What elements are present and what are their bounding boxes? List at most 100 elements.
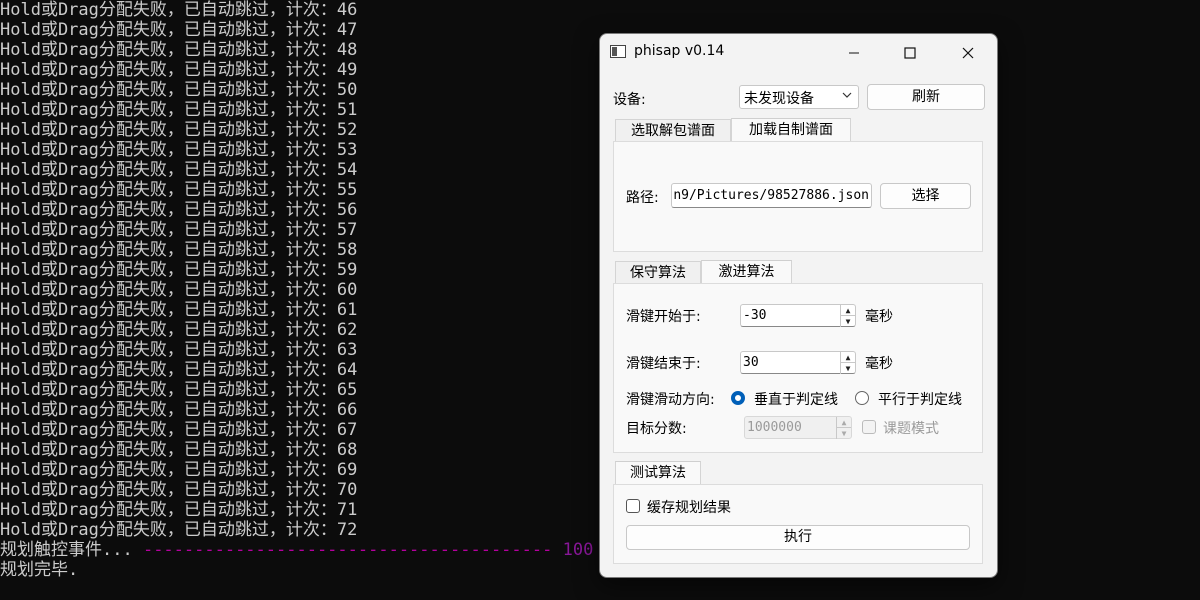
algorithm-pane: 滑键开始于: -30 ▲ ▼ 毫秒 滑键结束于: 30 ▲ ▼ 毫秒 滑键滑动方…	[613, 283, 983, 453]
console-line-text: Hold或Drag分配失败，已自动跳过，计次：	[0, 420, 337, 440]
console-line: Hold或Drag分配失败，已自动跳过，计次：46	[0, 0, 1200, 20]
spin-up-icon[interactable]: ▲	[836, 417, 851, 428]
console-line-text: Hold或Drag分配失败，已自动跳过，计次：	[0, 80, 337, 100]
console-line-count: 57	[336, 220, 358, 240]
planning-percent: 100	[562, 540, 594, 560]
spin-up-icon[interactable]: ▲	[840, 352, 855, 363]
test-pane: 缓存规划结果 执行	[613, 484, 983, 564]
console-line-text: Hold或Drag分配失败，已自动跳过，计次：	[0, 380, 337, 400]
console-line-text: Hold或Drag分配失败，已自动跳过，计次：	[0, 440, 337, 460]
console-line-text: Hold或Drag分配失败，已自动跳过，计次：	[0, 240, 337, 260]
console-line-text: Hold或Drag分配失败，已自动跳过，计次：	[0, 60, 337, 80]
chevron-down-icon	[842, 89, 852, 103]
console-line-count: 70	[336, 480, 358, 500]
target-score-label: 目标分数:	[626, 421, 687, 437]
console-line-count: 46	[336, 0, 358, 20]
console-line-count: 52	[336, 120, 358, 140]
maximize-icon	[904, 46, 916, 59]
console-line-text: Hold或Drag分配失败，已自动跳过，计次：	[0, 520, 337, 540]
close-button[interactable]	[939, 34, 997, 70]
console-line-text: Hold或Drag分配失败，已自动跳过，计次：	[0, 500, 337, 520]
console-line-count: 48	[336, 40, 358, 60]
tab-aggressive-algorithm[interactable]: 激进算法	[701, 260, 792, 284]
console-line-text: Hold或Drag分配失败，已自动跳过，计次：	[0, 120, 337, 140]
console-line-count: 59	[336, 260, 358, 280]
refresh-button[interactable]: 刷新	[867, 84, 985, 110]
console-line-text: Hold或Drag分配失败，已自动跳过，计次：	[0, 200, 337, 220]
console-line-count: 60	[336, 280, 358, 300]
window-title: phisap v0.14	[634, 43, 725, 59]
console-line-count: 63	[336, 340, 358, 360]
tab-test-algorithm[interactable]: 测试算法	[615, 461, 701, 485]
minimize-icon	[849, 52, 859, 53]
slide-end-value: 30	[743, 355, 759, 370]
console-line-text: Hold或Drag分配失败，已自动跳过，计次：	[0, 460, 337, 480]
radio-parallel-label[interactable]: 平行于判定线	[878, 389, 962, 409]
path-input-value: n9/Pictures/98527886.json	[673, 188, 869, 203]
minimize-button[interactable]	[825, 34, 883, 70]
console-line-count: 56	[336, 200, 358, 220]
console-line-count: 71	[336, 500, 358, 520]
console-line-count: 61	[336, 300, 358, 320]
console-line-count: 66	[336, 400, 358, 420]
phisap-window: phisap v0.14 设备: 未发现设备 刷新 选取解包谱面 加载自制谱面 …	[599, 33, 998, 578]
console-line-count: 51	[336, 100, 358, 120]
console-line-text: Hold或Drag分配失败，已自动跳过，计次：	[0, 220, 337, 240]
chart-source-pane: 路径: n9/Pictures/98527886.json 选择	[613, 141, 983, 252]
browse-button[interactable]: 选择	[880, 183, 971, 209]
path-label: 路径:	[626, 190, 659, 206]
cache-result-checkbox[interactable]	[626, 499, 640, 513]
console-line-text: Hold或Drag分配失败，已自动跳过，计次：	[0, 340, 337, 360]
planning-label: 规划触控事件...	[0, 540, 143, 560]
path-input[interactable]: n9/Pictures/98527886.json	[671, 183, 872, 208]
slide-end-spinbox[interactable]: 30 ▲ ▼	[740, 351, 856, 374]
title-bar[interactable]: phisap v0.14	[600, 34, 997, 70]
console-line-text: Hold或Drag分配失败，已自动跳过，计次：	[0, 0, 337, 20]
radio-perpendicular-label[interactable]: 垂直于判定线	[754, 389, 838, 409]
console-line-text: Hold或Drag分配失败，已自动跳过，计次：	[0, 20, 337, 40]
cache-result-label[interactable]: 缓存规划结果	[647, 497, 731, 517]
console-line-text: Hold或Drag分配失败，已自动跳过，计次：	[0, 400, 337, 420]
spin-up-icon[interactable]: ▲	[840, 305, 855, 316]
console-line-count: 72	[336, 520, 358, 540]
tab-unpacked-chart[interactable]: 选取解包谱面	[615, 119, 731, 142]
slide-start-spinbox[interactable]: -30 ▲ ▼	[740, 304, 856, 327]
slide-end-unit: 毫秒	[865, 356, 893, 372]
slide-start-label: 滑键开始于:	[626, 309, 701, 325]
app-icon	[610, 45, 626, 58]
console-line-count: 54	[336, 160, 358, 180]
console-line-count: 69	[336, 460, 358, 480]
slide-start-unit: 毫秒	[865, 309, 893, 325]
console-line-count: 55	[336, 180, 358, 200]
device-label: 设备:	[613, 92, 646, 108]
tab-conservative-algorithm[interactable]: 保守算法	[615, 261, 701, 284]
homework-mode-checkbox[interactable]	[862, 420, 876, 434]
console-line-count: 53	[336, 140, 358, 160]
execute-button[interactable]: 执行	[626, 525, 970, 550]
console-line-text: Hold或Drag分配失败，已自动跳过，计次：	[0, 180, 337, 200]
console-line-count: 67	[336, 420, 358, 440]
target-score-spinbox[interactable]: 1000000 ▲ ▼	[744, 416, 852, 439]
radio-parallel[interactable]	[855, 391, 869, 405]
console-line-text: Hold或Drag分配失败，已自动跳过，计次：	[0, 40, 337, 60]
console-line-text: Hold或Drag分配失败，已自动跳过，计次：	[0, 100, 337, 120]
console-line-text: Hold或Drag分配失败，已自动跳过，计次：	[0, 320, 337, 340]
slide-start-value: -30	[743, 308, 767, 323]
spin-down-icon[interactable]: ▼	[840, 316, 855, 327]
console-line-count: 64	[336, 360, 358, 380]
maximize-button[interactable]	[881, 34, 939, 70]
tab-custom-chart[interactable]: 加载自制谱面	[731, 118, 851, 142]
radio-perpendicular[interactable]	[731, 391, 745, 405]
close-icon	[962, 47, 974, 58]
console-line-count: 50	[336, 80, 358, 100]
console-line-text: Hold或Drag分配失败，已自动跳过，计次：	[0, 140, 337, 160]
console-line-count: 58	[336, 240, 358, 260]
device-select[interactable]: 未发现设备	[739, 85, 859, 109]
console-line-count: 62	[336, 320, 358, 340]
console-line-count: 47	[336, 20, 358, 40]
console-line-count: 65	[336, 380, 358, 400]
target-score-value: 1000000	[747, 420, 802, 435]
console-line-count: 68	[336, 440, 358, 460]
spin-down-icon[interactable]: ▼	[840, 363, 855, 374]
spin-down-icon[interactable]: ▼	[836, 428, 851, 439]
